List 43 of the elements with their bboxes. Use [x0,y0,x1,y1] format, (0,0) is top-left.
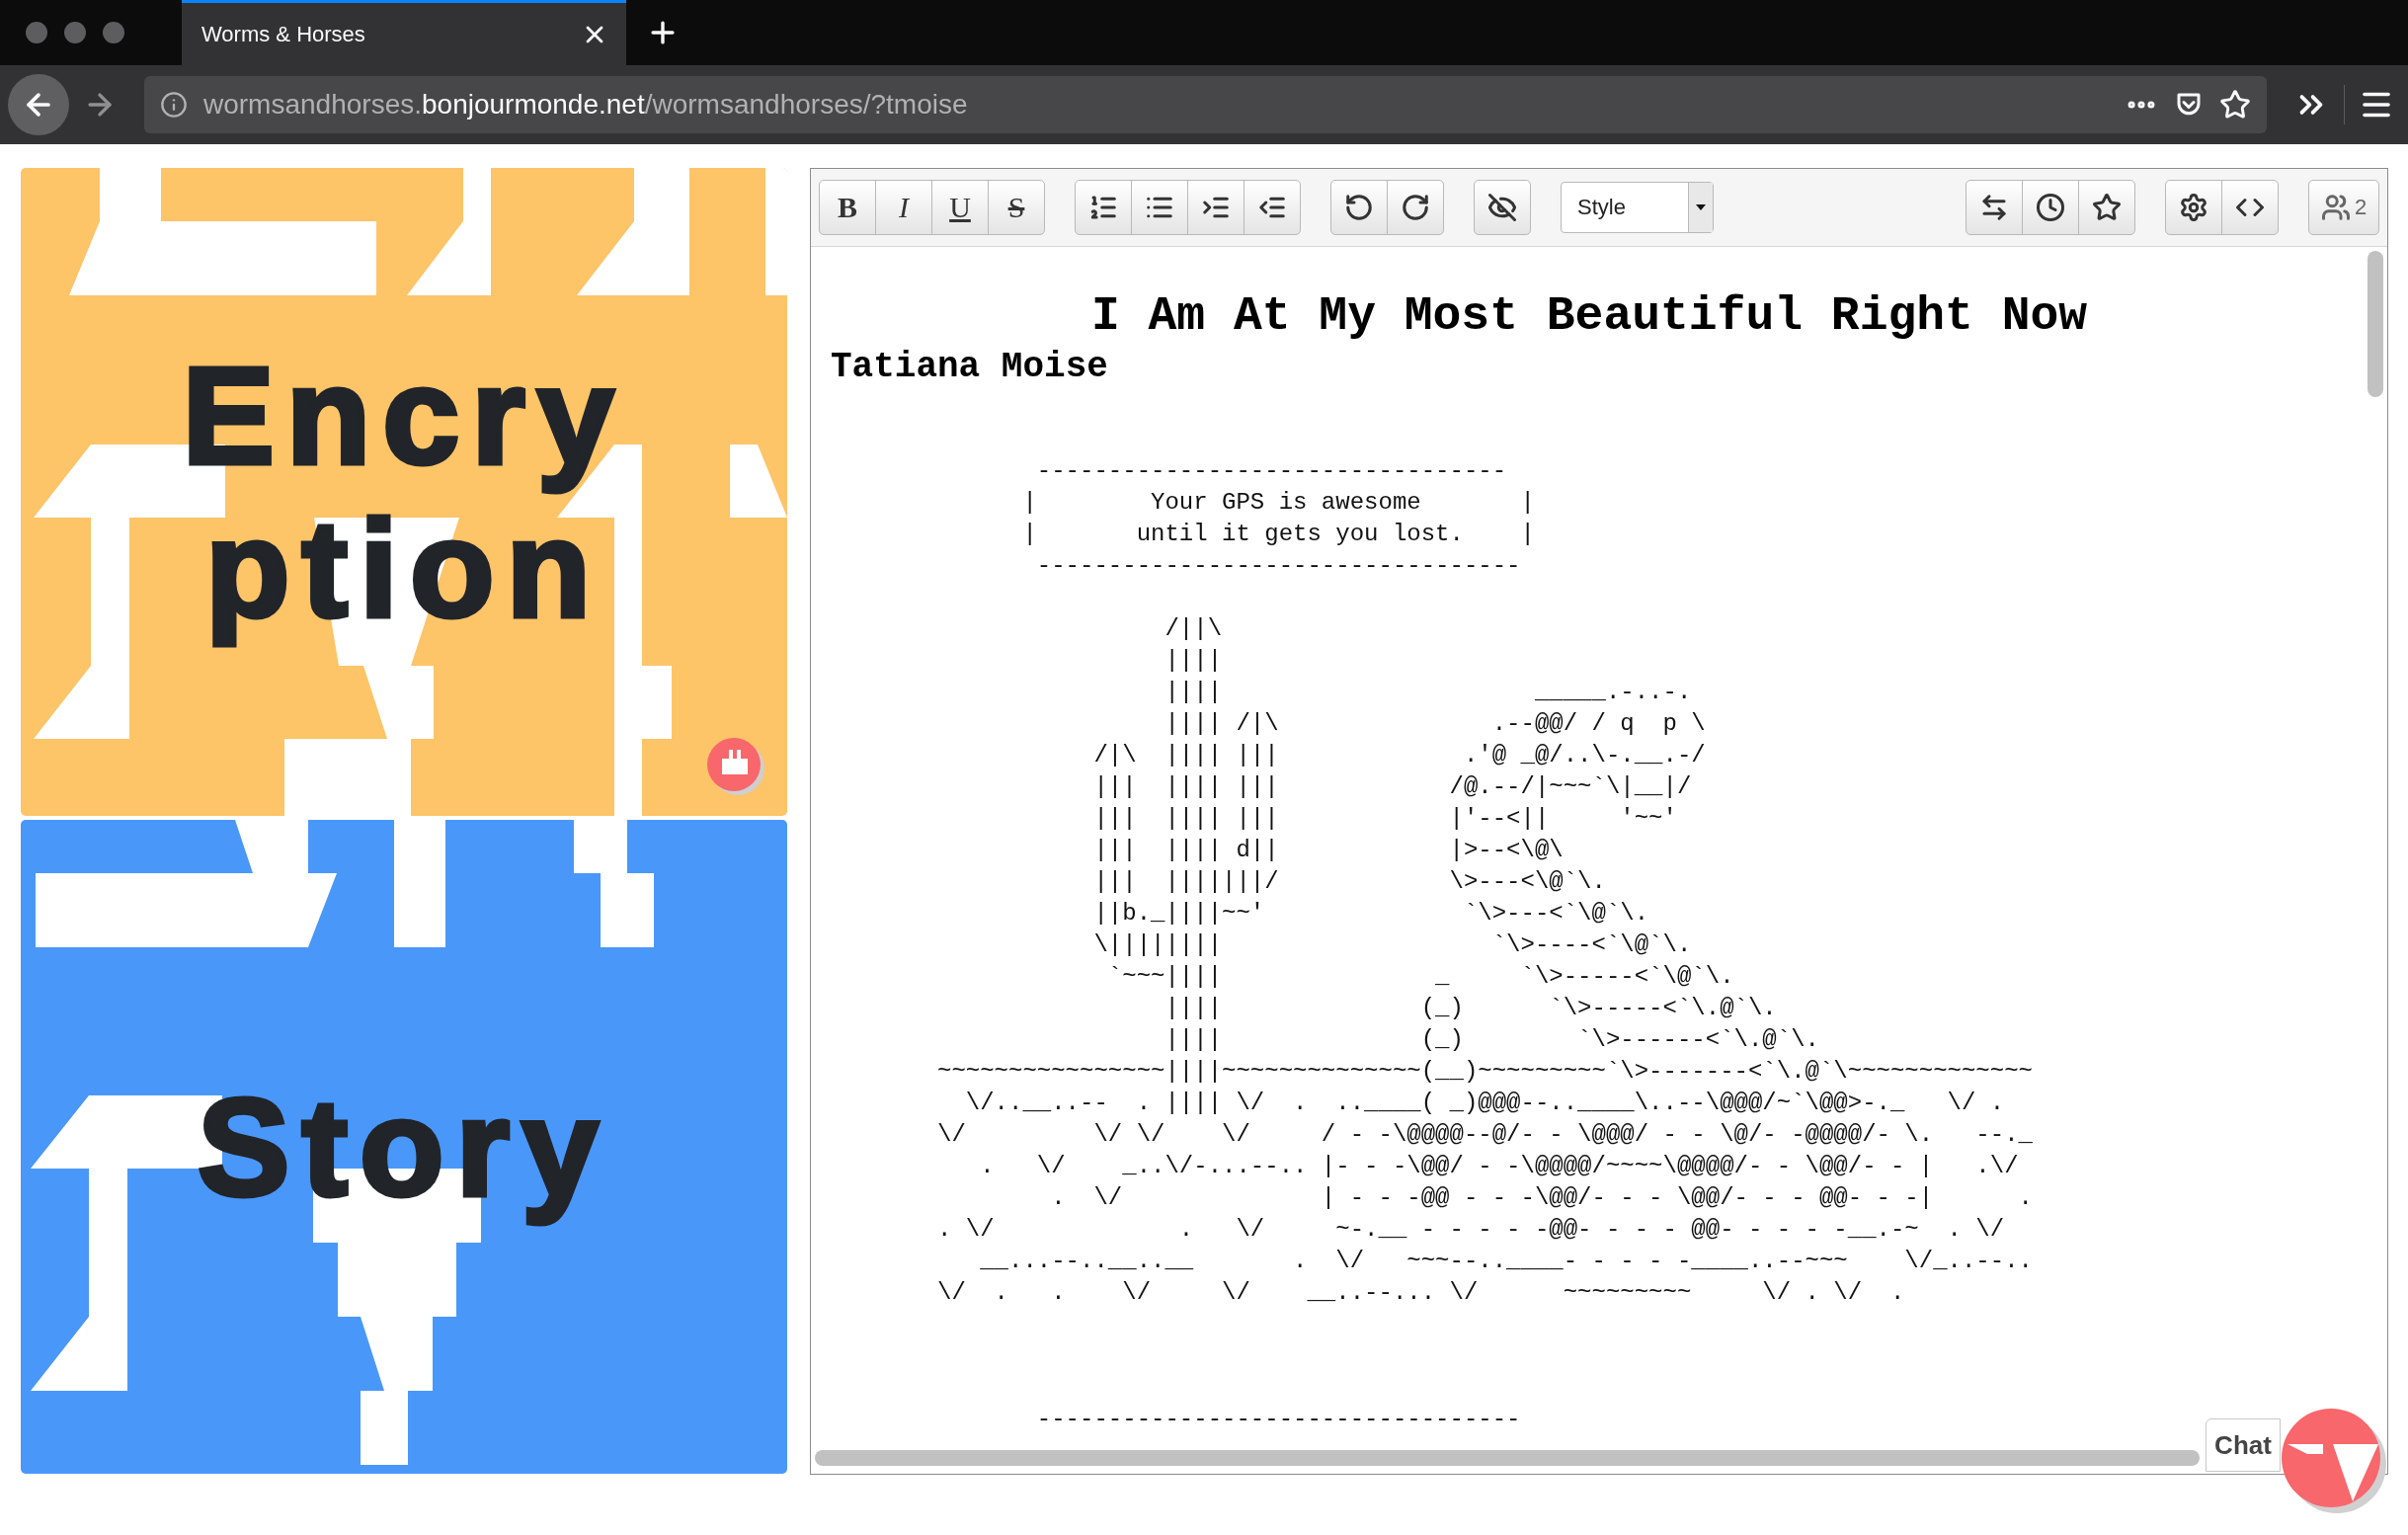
format-button[interactable]: B [819,180,876,235]
redo-button[interactable] [1387,180,1444,235]
window-close-light[interactable] [26,22,47,43]
ascii-art: /||\ |||| |||| _____.-..-. |||| /|\ .--@@/ / q p \ /|\ |||| ||| .'@ _@/..\-.__.-/ ||| |||| ||| /@.--/|~~~`\|__|/ ||| |||| ||| |'--<|| '~~' ||| |||| d|| |>--<\@\ ||| |||||||/ \>---<\@`\. ||b._||||~~' `\>---<`\@`\. \|||||||| `\>----<`\@`\. `~~~|||| _ `\>-----<`\@`\. |||| (_) `\>-----<`\.@`\. |||| (_) `\>------<`\.@`\. ~~~~~~~~~~~~~~~~||||~~~~~~~~~~~~~~(__)~~~~~~~~~`\>-------<`\.@`\~~~~~~~~~~~~~ \/..__..-- . |||| \/ . ..____( _)@@@--..____\..--\@@@/~`\@@>-._ \/ . \/ \/ \/ \/ / - -\@@@@--@/- - \@@@/ - - \@/- -@@@@/- \. --._ . \/ _..\/-...--.. |- - -\@@/ - -\@@@@/~~~~\@@@@/- - \@@/- - | .\/ . \/ | - - -@@ - - -\@@/- - - \@@/- - - @@- - -| . . \/ . \/ ~-.__ - - - - -@@- - - - @@- - - - -__.-~ . \/ __...--..__..__ . \/ ~~~--..____- - - - -____..--~~~ \/_..--.. \/ . . \/ \/ __..--... \/ ~~~~~~~~~ \/ . \/ . [937,614,2033,1308]
caret-icon [1688,183,1713,232]
format-button[interactable]: U [931,180,989,235]
undo-icon [1344,193,1374,222]
address-field[interactable]: wormsandhorses.bonjourmonde.net/wormsandhorses/?tmoise [144,76,2267,133]
document-author: Tatiana Moise [831,346,1108,389]
document-title: I Am At My Most Beautiful Right Now [1089,288,2089,345]
code-button[interactable] [2221,180,2279,235]
hide-button[interactable] [1474,180,1531,235]
style-select[interactable]: Style [1561,182,1714,233]
bullet-list-button[interactable] [1131,180,1188,235]
undo-button[interactable] [1330,180,1388,235]
history-button[interactable] [2022,180,2079,235]
ordered-list-button[interactable] [1075,180,1132,235]
outdent-button[interactable] [1244,180,1301,235]
ascii-art: --------------------------------- | Your GPS is awesome | | until it gets you lost. | ---------------------------------- [1021,456,1535,581]
window-zoom-light[interactable] [103,22,124,43]
indent-button[interactable] [1187,180,1244,235]
browser-tab[interactable]: Worms & Horses [182,0,626,65]
users-button[interactable]: 2 [2308,180,2379,235]
settings-icon [2179,193,2208,222]
format-button[interactable]: I [875,180,932,235]
clock-icon [2036,193,2065,222]
horizontal-scrollbar[interactable] [815,1450,2200,1466]
redo-icon [1401,193,1430,222]
users-icon [2320,193,2351,222]
ascii-art: ---------------------------------- [1035,1405,1521,1434]
star-button[interactable] [2078,180,2135,235]
scrollbar-thumb[interactable] [2368,251,2383,397]
eye-slash-icon [1487,193,1517,222]
round-badge-icon[interactable] [704,735,765,796]
window-minimize-light[interactable] [64,22,86,43]
star-icon [2092,193,2122,222]
info-icon[interactable] [160,91,188,119]
poster-word: Encry [182,339,626,492]
settings-button[interactable] [2165,180,2222,235]
swap-button[interactable] [1966,180,2023,235]
star-icon[interactable] [2219,89,2251,121]
format-button[interactable]: S [988,180,1045,235]
chat-button[interactable]: Chat [2206,1418,2281,1472]
